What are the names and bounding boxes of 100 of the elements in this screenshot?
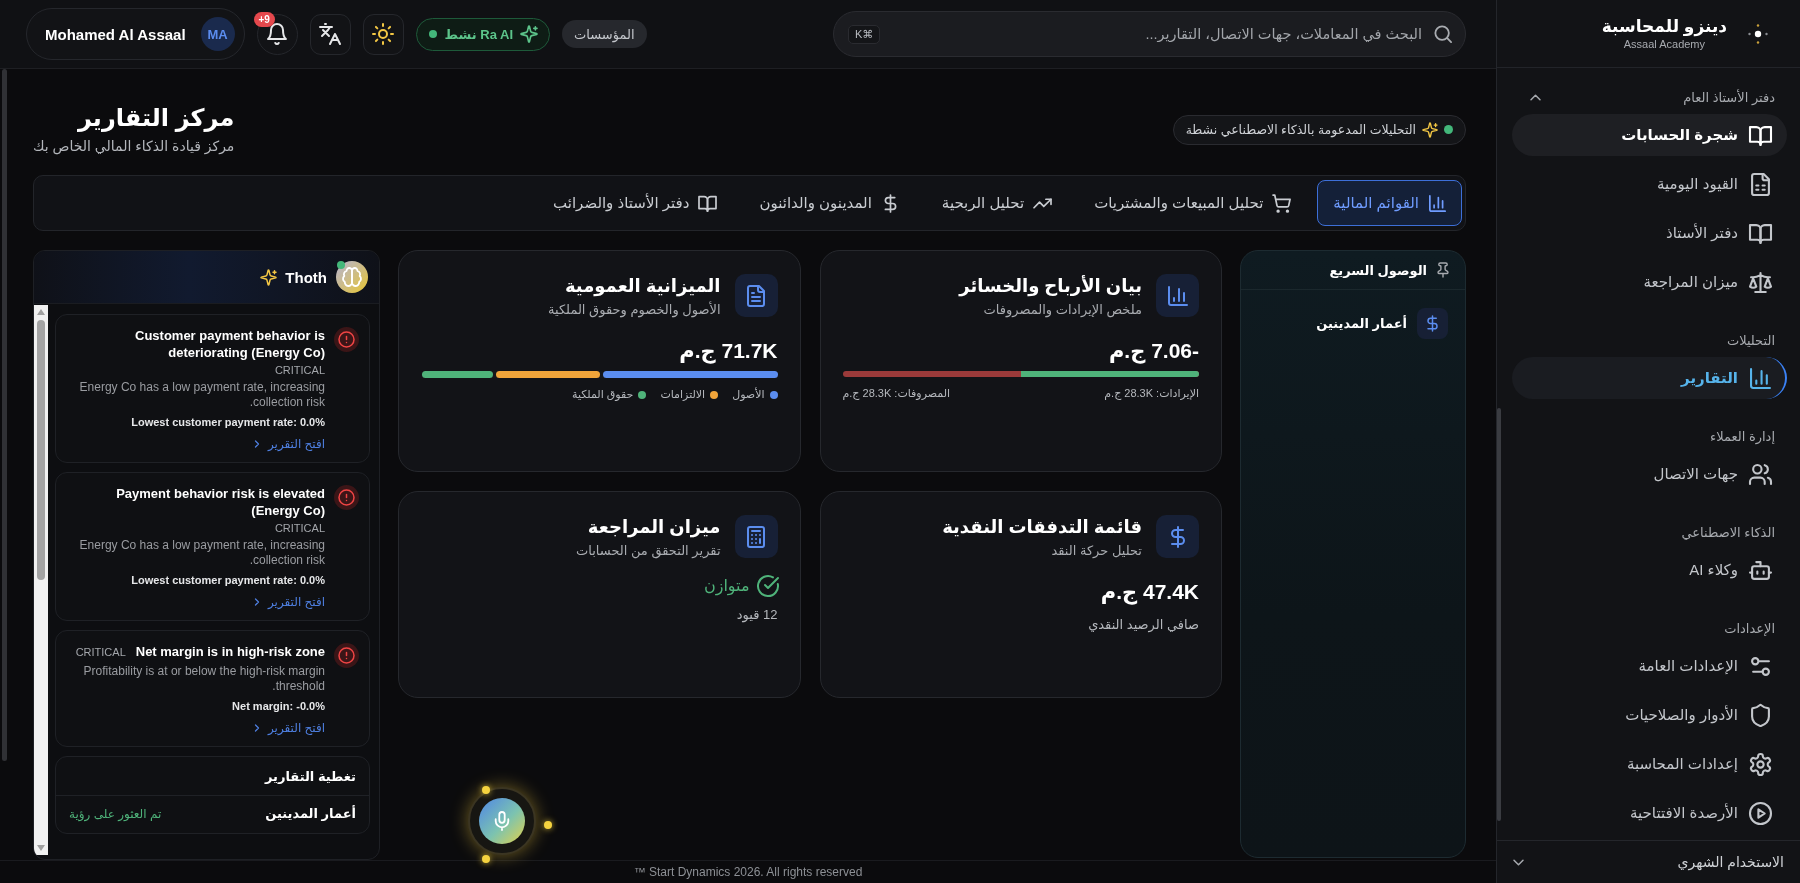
- open-report-link[interactable]: افتح التقرير: [251, 437, 325, 451]
- bar-chart-icon: [1750, 367, 1771, 389]
- quick-link[interactable]: أعمار المدينين: [1316, 308, 1448, 339]
- search-input[interactable]: البحث في المعاملات، جهات الاتصال، التقارير...: [892, 23, 1422, 45]
- alert-metric: Lowest customer payment rate: 0.0%: [131, 416, 325, 428]
- search-icon: [1434, 25, 1452, 43]
- alert-title: Payment behavior risk is elevated (Energy Co): [115, 485, 325, 519]
- page-subtitle: مركز قيادة الذكاء المالي الخاص بك: [33, 137, 235, 156]
- sparkle-icon: [1423, 122, 1437, 137]
- scrollbar[interactable]: [34, 305, 48, 855]
- nav-item[interactable]: دفتر الأستاذ: [1512, 212, 1787, 254]
- bar-label: المصروفات: 28.3K ج.م: [842, 387, 951, 400]
- report-name: أعمار المدينين: [265, 806, 356, 821]
- section-label: الذكاء الاصطناعي: [1681, 524, 1775, 540]
- alert-icon: [334, 327, 359, 352]
- nav-item[interactable]: الإعدادات العامة: [1512, 645, 1787, 687]
- scrollbar-thumb[interactable]: [2, 69, 7, 761]
- nav-item[interactable]: القيود اليومية: [1512, 163, 1787, 205]
- brand-name: دينزو للمحاسبة: [1601, 16, 1727, 37]
- play-icon: [1750, 802, 1771, 824]
- nav-item[interactable]: الأدوار والصلاحيات: [1512, 694, 1787, 736]
- bell-icon: [267, 24, 288, 44]
- document-icon: [1750, 173, 1771, 195]
- nav-item[interactable]: وكلاء AI: [1512, 549, 1787, 591]
- sparkle-icon: [261, 269, 277, 285]
- logo-icon: [1748, 23, 1768, 44]
- organizations-button[interactable]: المؤسسات: [562, 20, 647, 48]
- tab[interactable]: المدينون والدائنون: [743, 180, 915, 226]
- legend-label: الأصول: [732, 388, 765, 401]
- panel-title: الوصول السريع: [1329, 262, 1427, 278]
- notifications-button[interactable]: +9: [256, 13, 298, 55]
- brand-subtitle: Assaal Academy: [1623, 37, 1706, 51]
- dollar-icon: [1156, 515, 1199, 558]
- scrollbar-thumb[interactable]: [1497, 408, 1501, 821]
- card-title: بيان الأرباح والخسائر: [959, 274, 1142, 298]
- user-avatar: MA: [200, 17, 235, 51]
- card-caption: صافي الرصيد النقدي: [1088, 616, 1199, 634]
- notification-badge: +9: [253, 11, 275, 27]
- user-name: Mohamed Al Assaal: [45, 25, 186, 43]
- scrollbar-thumb[interactable]: [37, 320, 45, 580]
- nav-item[interactable]: الأرصدة الافتتاحية: [1512, 792, 1787, 834]
- ai-status-button[interactable]: Ra AI نشط: [415, 17, 550, 51]
- card-caption: 12 قيود: [736, 606, 778, 624]
- alert-description: Profitability is at or below the high-risk margin threshold.: [82, 664, 325, 694]
- nav-item[interactable]: ميزان المراجعة: [1512, 261, 1787, 303]
- tab[interactable]: القوائم المالية: [1317, 180, 1462, 226]
- card-subtitle: تقرير التحقق من الحسابات: [576, 542, 721, 560]
- section-label: التحليلات: [1726, 332, 1775, 348]
- assistant-name: Thoth: [285, 268, 327, 286]
- theme-button[interactable]: [362, 13, 404, 55]
- insight-status: تم العثور على رؤية: [69, 806, 162, 821]
- card-subtitle: ملخص الإيرادات والمصروفات: [983, 301, 1142, 319]
- nav-item[interactable]: جهات الاتصال: [1512, 453, 1787, 495]
- robot-icon: [1750, 559, 1771, 581]
- alert-description: Energy Co has a low payment rate, increasing collection risk.: [78, 380, 325, 410]
- alert-metric: Lowest customer payment rate: 0.0%: [131, 574, 325, 586]
- alert-icon: [334, 643, 359, 668]
- copyright-text: ™ Start Dynamics 2026. All rights reserved: [633, 865, 863, 879]
- legend-label: حقوق الملكية: [572, 388, 634, 401]
- sparkle-icon: [521, 26, 537, 42]
- sun-icon: [373, 24, 394, 44]
- language-button[interactable]: [309, 13, 351, 55]
- card-value: 47.4K ج.م: [1100, 579, 1199, 606]
- tab[interactable]: تحليل المبيعات والمشتريات: [1078, 180, 1307, 226]
- mic-icon: [479, 798, 525, 844]
- bar-chart-icon: [1156, 274, 1199, 317]
- open-report-link[interactable]: افتح التقرير: [251, 721, 325, 735]
- up-arrow-icon: [37, 309, 45, 315]
- card-subtitle: الأصول والخصوم وحقوق الملكية: [548, 301, 721, 319]
- voice-button[interactable]: [468, 787, 536, 855]
- tab[interactable]: تحليل الربحية: [925, 180, 1068, 226]
- nav-item[interactable]: إعدادات المحاسبة: [1512, 743, 1787, 785]
- open-report-link[interactable]: افتح التقرير: [251, 595, 325, 609]
- glow-dot: [544, 821, 552, 829]
- glow-dot: [482, 855, 490, 863]
- bar-chart-icon: [1429, 194, 1446, 212]
- shield-icon: [1750, 704, 1771, 726]
- section-label: الإعدادات: [1724, 620, 1775, 636]
- tab[interactable]: دفتر الأستاذ والضرائب: [537, 180, 733, 226]
- card-title: ميزان المراجعة: [587, 516, 721, 539]
- book-icon: [1750, 124, 1771, 146]
- badge-label: التحليلات المدعومة بالذكاء الاصطناعي نشطة: [1185, 122, 1416, 137]
- bar-label: الإيرادات: 28.3K ج.م: [1104, 387, 1199, 400]
- document-icon: [734, 274, 778, 317]
- glow-dot: [482, 786, 490, 794]
- nav-item[interactable]: شجرة الحسابات: [1512, 114, 1787, 156]
- users-icon: [1750, 463, 1771, 485]
- legend-label: الالتزامات: [660, 388, 706, 401]
- alert-metric: Net margin: -0.0%: [232, 700, 325, 712]
- user-menu[interactable]: Mohamed Al Assaal MA: [26, 8, 245, 60]
- card-title: قائمة التدفقات النقدية: [942, 516, 1142, 539]
- nav-item[interactable]: التقارير: [1512, 357, 1787, 399]
- usage-toggle[interactable]: الاستخدام الشهري: [1497, 840, 1800, 883]
- brain-icon: [336, 261, 368, 293]
- card-subtitle: تحليل حركة النقد: [1051, 542, 1142, 560]
- scale-icon: [1750, 271, 1771, 293]
- alert-title: Customer payment behavior is deteriorating (Energy Co): [134, 327, 325, 361]
- section-label: إدارة العملاء: [1710, 428, 1775, 444]
- severity-label: CRITICAL: [274, 364, 325, 376]
- coverage-title: تغطية التقارير: [264, 769, 356, 784]
